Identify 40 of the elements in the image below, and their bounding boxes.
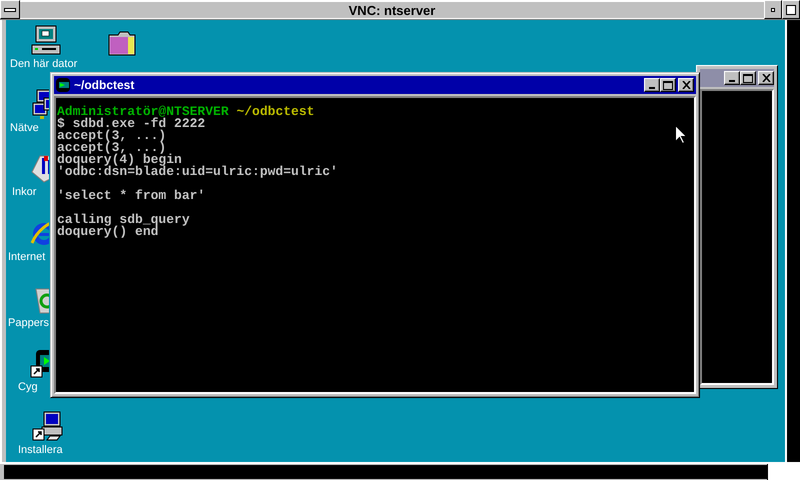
maximize-button[interactable] (740, 71, 756, 85)
mouse-pointer-icon (675, 125, 687, 144)
output-line: accept(3, ...) (57, 142, 166, 154)
output-line: accept(3, ...) (57, 130, 166, 142)
minimize-button[interactable] (764, 0, 782, 19)
maximize-button[interactable] (660, 78, 676, 92)
system-menu-button[interactable] (0, 0, 20, 19)
close-button[interactable] (758, 71, 774, 85)
icon-label: Installera (18, 444, 63, 456)
icon-label: Den här dator (10, 58, 78, 70)
icon-label: Pappers (8, 317, 49, 329)
close-button[interactable] (678, 78, 694, 92)
maximize-icon (786, 4, 796, 14)
output-line: 'select * from bar' (57, 190, 206, 202)
terminal-icon (56, 78, 70, 92)
maximize-icon (743, 74, 753, 82)
horizontal-scrollbar[interactable] (4, 465, 767, 479)
output-line: doquery(4) begin (57, 154, 182, 166)
terminal-console[interactable]: Administratör@NTSERVER ~/odbctest $ sdbd.exe -fd 2222 accept(3, ...) accept(3, ...) doquery(4) begin 'odbc:dsn=blade:uid=ulric:pwd=ulric' 'select * from bar' calling sdb_query doquery() end (54, 96, 696, 394)
close-icon (682, 81, 690, 89)
close-icon (762, 74, 770, 82)
vertical-scrollbar[interactable] (785, 20, 800, 462)
icon-label: Cyg (18, 381, 38, 393)
icon-label: Inkor (12, 186, 36, 198)
icon-label: Internet (8, 251, 46, 263)
minimize-icon (771, 8, 775, 12)
minimize-button[interactable] (644, 78, 660, 92)
output-line: $ sdbd.exe -fd 2222 (57, 118, 206, 130)
icon-label: Nätve (10, 122, 39, 134)
menu-bar-icon (4, 8, 16, 12)
maximize-button[interactable] (782, 0, 800, 19)
output-line: calling sdb_query (57, 214, 190, 226)
output-line: doquery() end (57, 226, 158, 238)
setup-icon[interactable] (32, 410, 64, 442)
maximize-icon (663, 80, 673, 90)
output-line: 'odbc:dsn=blade:uid=ulric:pwd=ulric' (57, 166, 338, 178)
prompt-line: Administratör@NTSERVER ~/odbctest (57, 106, 314, 118)
computer-icon[interactable] (30, 24, 62, 56)
minimize-button[interactable] (724, 71, 740, 85)
window-title: ~/odbctest (74, 78, 136, 92)
